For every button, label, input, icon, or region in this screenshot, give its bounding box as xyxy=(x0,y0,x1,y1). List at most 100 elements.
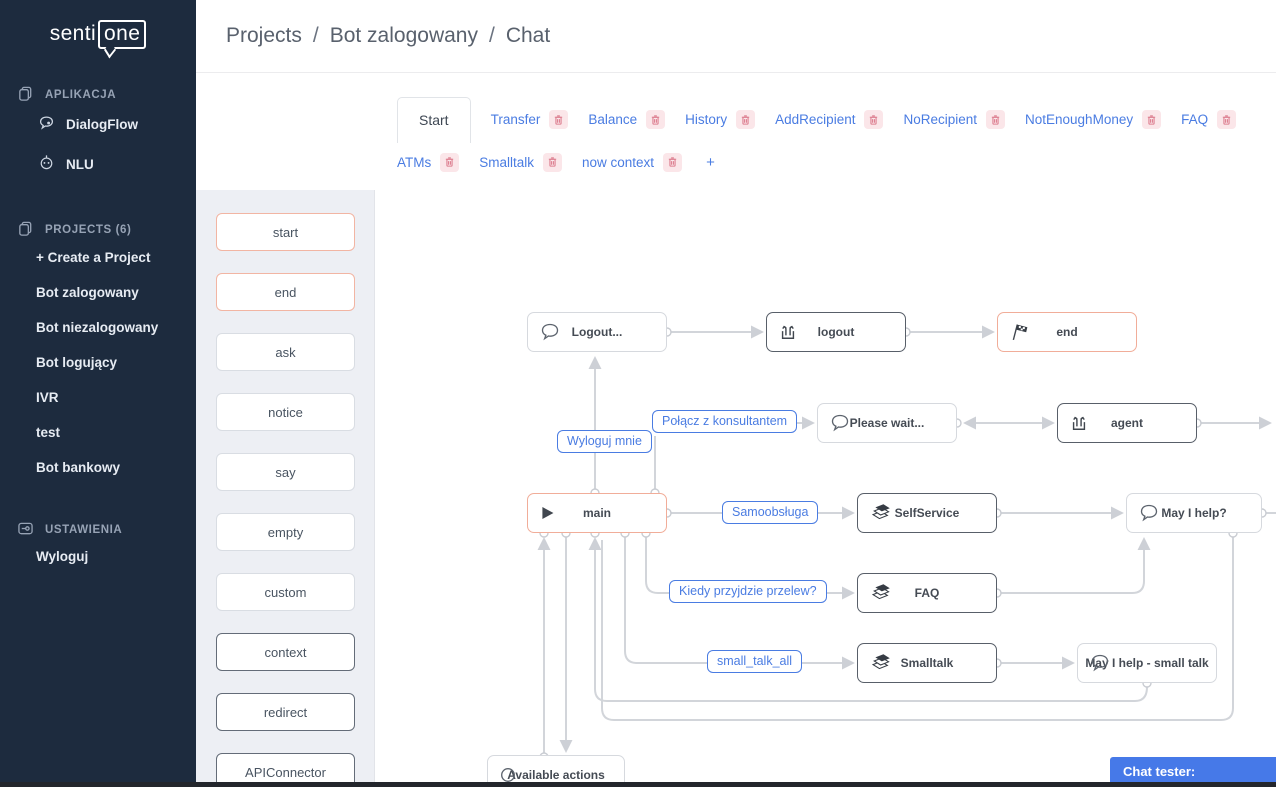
palette-item-label: APIConnector xyxy=(245,764,326,780)
palette-item-end[interactable]: end xyxy=(216,273,355,311)
palette-item-label: custom xyxy=(264,584,307,600)
node-end[interactable]: end xyxy=(997,312,1137,352)
edge-label-text: Samoobsługa xyxy=(732,505,809,519)
sidebar-item-dialogflow[interactable]: DialogFlow xyxy=(0,105,196,144)
sidebar-nav: APLIKACJA DialogFlow NLU PROJECTS (6) + Crea… xyxy=(0,85,196,574)
tab-start[interactable]: Start xyxy=(397,96,471,143)
delete-tab-icon[interactable] xyxy=(986,110,1006,129)
edge-label-wyloguj-mnie[interactable]: Wyloguj mnie xyxy=(557,430,652,453)
delete-tab-icon[interactable] xyxy=(1142,110,1162,129)
bubble-icon xyxy=(539,322,561,342)
node-label: Logout... xyxy=(571,325,623,339)
tab-smalltalk[interactable]: Smalltalk xyxy=(479,152,563,172)
sidebar-item-bot-bankowy[interactable]: Bot bankowy xyxy=(0,450,196,485)
tab-balance[interactable]: Balance xyxy=(588,110,666,129)
breadcrumb-separator: / xyxy=(488,24,495,47)
node-selfservice[interactable]: SelfService xyxy=(857,493,997,533)
tab-addrecipient[interactable]: AddRecipient xyxy=(775,110,884,129)
bubble-icon xyxy=(1089,653,1111,673)
app-window: Logout... logout end Please wait... agent mai… xyxy=(0,0,1276,787)
tab-now-context[interactable]: now context xyxy=(582,152,683,172)
sidebar-section-ustawienia: USTAWIENIA Wyloguj xyxy=(0,521,196,574)
palette-item-label: start xyxy=(272,224,299,240)
sidebar-item-label: IVR xyxy=(36,390,59,405)
sidebar-item-label: DialogFlow xyxy=(66,117,138,132)
layers-icon xyxy=(869,502,893,524)
node-palette: start end ask notice say empty custom context re… xyxy=(196,190,375,787)
delete-tab-icon[interactable] xyxy=(736,110,756,129)
edge-label-small-talk-all[interactable]: small_talk_all xyxy=(707,650,803,673)
tab-label: FAQ xyxy=(1181,112,1209,127)
palette-item-empty[interactable]: empty xyxy=(216,513,355,551)
node-smalltalk[interactable]: Smalltalk xyxy=(857,643,997,683)
sidebar-item-create-a-project[interactable]: + Create a Project xyxy=(0,240,196,275)
palette-item-label: redirect xyxy=(263,704,308,720)
tab-label: + xyxy=(706,153,715,171)
section-label: PROJECTS (6) xyxy=(45,224,132,236)
bubble-icon xyxy=(1138,503,1160,523)
node-please-wait[interactable]: Please wait... xyxy=(817,403,957,443)
logo-box-text: one xyxy=(98,20,147,49)
delete-tab-icon[interactable] xyxy=(440,152,460,172)
connection-ports[interactable] xyxy=(539,327,1267,762)
delete-tab-icon[interactable] xyxy=(549,110,569,129)
tab-norecipient[interactable]: NoRecipient xyxy=(903,110,1006,129)
palette-item-ask[interactable]: ask xyxy=(216,333,355,371)
breadcrumb-item-bot-zalogowany[interactable]: Bot zalogowany xyxy=(330,24,478,47)
robot-icon xyxy=(38,154,55,174)
tab-transfer[interactable]: Transfer xyxy=(491,110,569,129)
sidebar-item-label: Bot zalogowany xyxy=(36,285,139,300)
palette-item-context[interactable]: context xyxy=(216,633,355,671)
sidebar-item-bot-loguj-cy[interactable]: Bot logujący xyxy=(0,345,196,380)
delete-tab-icon[interactable] xyxy=(663,152,683,172)
edge-label-kiedy-przyjdzie-przelew[interactable]: Kiedy przyjdzie przelew? xyxy=(669,580,827,603)
delete-tab-icon[interactable] xyxy=(646,110,666,129)
sidebar-item-label: + Create a Project xyxy=(36,250,151,265)
palette-item-start[interactable]: start xyxy=(216,213,355,251)
sidebar-item-wyloguj[interactable]: Wyloguj xyxy=(0,539,196,574)
section-label: APLIKACJA xyxy=(45,89,117,101)
tab-row-2: ATMs Smalltalk now context + xyxy=(397,143,1276,181)
tab-history[interactable]: History xyxy=(685,110,756,129)
node-label: agent xyxy=(1110,416,1143,430)
tab-notenoughmoney[interactable]: NotEnoughMoney xyxy=(1025,110,1162,129)
node-may-i-help-small-talk[interactable]: May I help - small talk xyxy=(1077,643,1217,683)
delete-tab-icon[interactable] xyxy=(1217,110,1237,129)
palette-item-say[interactable]: say xyxy=(216,453,355,491)
tab-atms[interactable]: ATMs xyxy=(397,152,460,172)
node-label: logout xyxy=(817,325,855,339)
sidebar-item-bot-niezalogowany[interactable]: Bot niezalogowany xyxy=(0,310,196,345)
node-faq[interactable]: FAQ xyxy=(857,573,997,613)
breadcrumb: Projects / Bot zalogowany / Chat xyxy=(196,0,1276,48)
sidebar-item-label: Wyloguj xyxy=(36,549,89,564)
node-logout[interactable]: Logout... xyxy=(527,312,667,352)
delete-tab-icon[interactable] xyxy=(543,152,563,172)
sidebar-item-ivr[interactable]: IVR xyxy=(0,380,196,415)
breadcrumb-item-chat: Chat xyxy=(505,24,551,47)
edge-label-po-cz-z-konsultantem[interactable]: Połącz z konsultantem xyxy=(652,410,798,433)
edge-label-samoobs-uga[interactable]: Samoobsługa xyxy=(722,501,819,524)
palette-item-redirect[interactable]: redirect xyxy=(216,693,355,731)
node-main[interactable]: main xyxy=(527,493,667,533)
tab-label: History xyxy=(685,112,728,127)
sidebar-item-test[interactable]: test xyxy=(0,415,196,450)
edge-label-text: small_talk_all xyxy=(717,654,793,668)
node-logout[interactable]: logout xyxy=(766,312,906,352)
breadcrumb-item-projects[interactable]: Projects xyxy=(226,24,302,47)
section-header: USTAWIENIA xyxy=(0,521,196,539)
sidebar-item-nlu[interactable]: NLU xyxy=(0,144,196,184)
node-may-i-help[interactable]: May I help? xyxy=(1126,493,1262,533)
tab-faq[interactable]: FAQ xyxy=(1181,110,1237,129)
palette-item-custom[interactable]: custom xyxy=(216,573,355,611)
node-agent[interactable]: agent xyxy=(1057,403,1197,443)
stack-icon xyxy=(17,85,34,105)
sidebar-item-bot-zalogowany[interactable]: Bot zalogowany xyxy=(0,275,196,310)
section-header: PROJECTS (6) xyxy=(0,220,196,240)
tab-label: Transfer xyxy=(490,112,541,127)
tab-label: Balance xyxy=(588,112,638,127)
sidebar: senti one APLIKACJA DialogFlow NLU PROJECTS … xyxy=(0,0,196,787)
add-tab-button[interactable]: + xyxy=(702,154,719,171)
delete-tab-icon[interactable] xyxy=(864,110,884,129)
palette-item-label: say xyxy=(275,464,296,480)
palette-item-notice[interactable]: notice xyxy=(216,393,355,431)
